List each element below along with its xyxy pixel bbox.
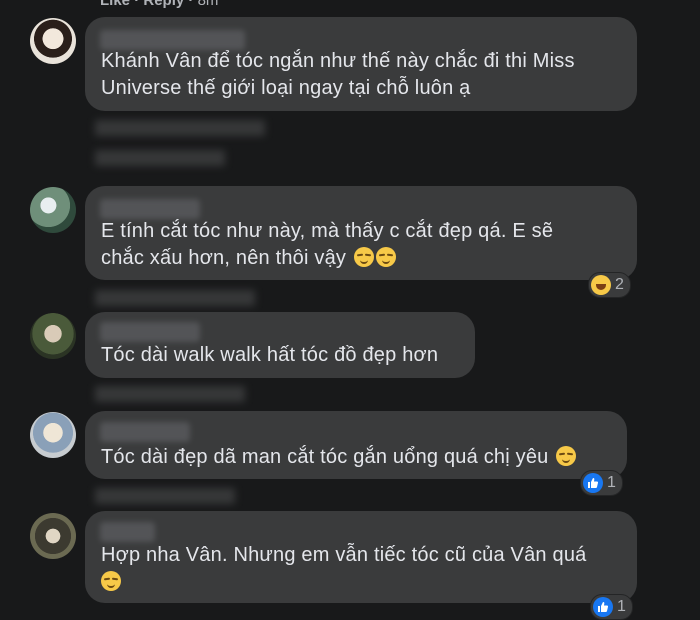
reaction-summary[interactable]: 2 (588, 272, 631, 298)
avatar[interactable] (30, 513, 76, 559)
replies-link[interactable] (95, 150, 225, 166)
separator: · (134, 0, 140, 9)
reaction-summary[interactable]: 1 (590, 594, 633, 620)
comment-text-line: Universe thế giới loại ngay tại chỗ luôn… (101, 77, 471, 99)
comment-text: E tính cắt tóc như này, mà thấy c cắt đẹ… (101, 218, 553, 272)
comment-actions (95, 386, 245, 402)
separator: · (188, 0, 194, 9)
reaction-summary[interactable]: 1 (580, 470, 623, 496)
relieved-face-icon (101, 571, 121, 591)
reaction-count: 1 (617, 598, 626, 615)
comment-text: Tóc dài walk walk hất tóc đồ đẹp hơn (101, 342, 438, 369)
avatar[interactable] (30, 18, 76, 64)
comment-text: Hợp nha Vân. Nhưng em vẫn tiếc tóc cũ củ… (101, 542, 586, 596)
reaction-count: 2 (615, 276, 624, 293)
relieved-face-icon (353, 247, 374, 267)
commenter-name[interactable] (100, 199, 200, 219)
avatar[interactable] (30, 412, 76, 458)
comment-text-line: Hợp nha Vân. Nhưng em vẫn tiếc tóc cũ củ… (101, 544, 587, 566)
commenter-name[interactable] (100, 30, 245, 50)
comment-text-line: Tóc dài walk walk hất tóc đồ đẹp hơn (101, 344, 439, 366)
comment-text: Tóc dài đẹp dã man cắt tóc gắn uổng quá … (101, 444, 577, 471)
comment-actions (95, 120, 265, 136)
like-reaction-icon (583, 473, 603, 493)
relieved-face-icon (556, 446, 577, 466)
timestamp: 8m (197, 0, 219, 9)
avatar[interactable] (30, 187, 76, 233)
comment-actions-top: Like · Reply · 8m (100, 0, 218, 9)
like-link[interactable]: Like (100, 0, 130, 9)
commenter-name[interactable] (100, 322, 200, 342)
comment-text-line: Tóc dài đẹp dã man cắt tóc gắn uổng quá … (101, 446, 549, 468)
comment-actions (95, 290, 255, 306)
comment-text: Khánh Vân để tóc ngắn như thế này chắc đ… (101, 48, 575, 102)
commenter-name[interactable] (100, 422, 190, 442)
avatar[interactable] (30, 313, 76, 359)
reaction-count: 1 (607, 474, 616, 491)
commenter-name[interactable] (100, 522, 155, 542)
comment-text-line: Khánh Vân để tóc ngắn như thế này chắc đ… (101, 50, 575, 72)
laugh-reaction-icon (591, 275, 611, 295)
reply-link[interactable]: Reply (143, 0, 184, 9)
relieved-face-icon (375, 247, 396, 267)
comment-actions (95, 488, 235, 504)
comment-text-line: chắc xấu hơn, nên thôi vậy (101, 247, 347, 269)
like-reaction-icon (593, 597, 613, 617)
comment-text-line: E tính cắt tóc như này, mà thấy c cắt đẹ… (101, 220, 554, 242)
